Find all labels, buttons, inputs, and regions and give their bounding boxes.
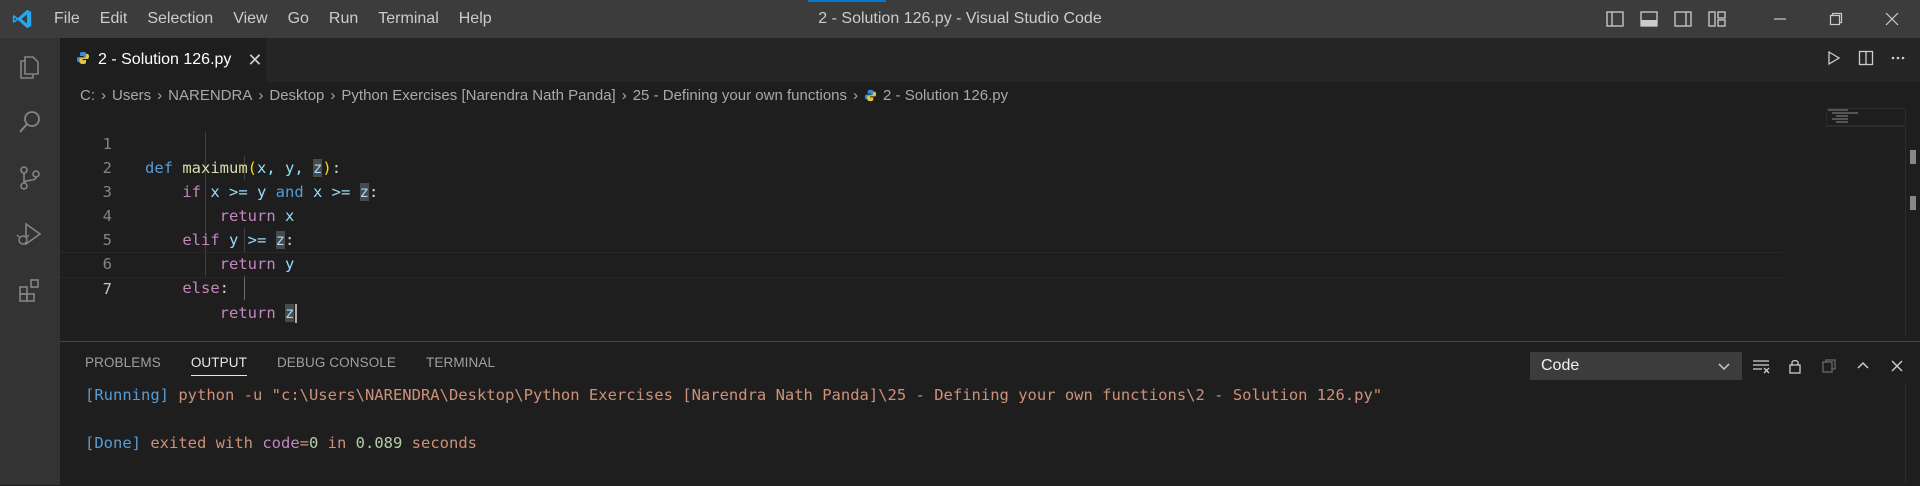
layout-controls — [1602, 0, 1730, 38]
code-line: 2 if x >= y and x >= z: — [60, 132, 1782, 201]
clear-output-icon[interactable] — [1750, 355, 1772, 377]
toggle-secondary-sidebar-icon[interactable] — [1670, 6, 1696, 32]
breadcrumb-separator: › — [157, 86, 163, 104]
output-done-line: [Done] exited with code=0 in 0.089 secon… — [85, 434, 477, 452]
lock-icon[interactable] — [1784, 355, 1806, 377]
breadcrumb: C: › Users › NARENDRA › Desktop › Python… — [80, 82, 1008, 108]
panel-scrollbar[interactable] — [1905, 384, 1920, 484]
editor-tab[interactable]: 2 - Solution 126.py ✕ — [60, 38, 266, 82]
code-line: 4 elif y >= z: — [60, 180, 1782, 249]
menu-go[interactable]: Go — [278, 0, 319, 38]
breadcrumb-separator: › — [853, 86, 859, 104]
text-cursor — [295, 304, 298, 323]
more-actions-icon[interactable] — [1890, 50, 1906, 70]
open-in-editor-icon[interactable] — [1818, 355, 1840, 377]
toggle-panel-icon[interactable] — [1636, 6, 1662, 32]
run-and-debug-icon[interactable] — [0, 206, 60, 262]
code-line: 6 else: — [60, 228, 1782, 297]
panel-actions — [1750, 352, 1908, 380]
tab-problems[interactable]: PROBLEMS — [85, 342, 161, 384]
code-line: 3 return x — [60, 156, 1782, 225]
close-icon[interactable]: ✕ — [247, 50, 262, 71]
breadcrumb-item[interactable]: Desktop — [269, 87, 324, 104]
breadcrumb-item[interactable]: 25 - Defining your own functions — [633, 87, 847, 104]
tab-terminal[interactable]: TERMINAL — [426, 342, 495, 384]
breadcrumb-item[interactable]: C: — [80, 87, 95, 104]
maximize-panel-icon[interactable] — [1852, 355, 1874, 377]
tab-output[interactable]: OUTPUT — [190, 342, 248, 384]
python-file-icon — [864, 89, 877, 101]
breadcrumb-item[interactable]: Users — [112, 87, 151, 104]
split-editor-icon[interactable] — [1858, 50, 1874, 70]
panel-tabs: PROBLEMS OUTPUT DEBUG CONSOLE TERMINAL — [85, 342, 495, 384]
output-channel-label: Code — [1541, 357, 1580, 374]
minimize-icon[interactable] — [1752, 0, 1808, 38]
python-file-icon — [76, 51, 90, 69]
breadcrumb-separator: › — [101, 86, 106, 104]
menu-terminal[interactable]: Terminal — [368, 0, 448, 38]
window-controls — [1752, 0, 1920, 38]
chevron-down-icon — [1717, 359, 1731, 377]
breadcrumb-separator: › — [330, 86, 336, 104]
menu-help[interactable]: Help — [449, 0, 502, 38]
overview-ruler[interactable] — [1905, 108, 1920, 338]
menu-file[interactable]: File — [44, 0, 90, 38]
extensions-icon[interactable] — [0, 262, 60, 318]
minimap[interactable] — [1825, 107, 1907, 128]
menu-view[interactable]: View — [223, 0, 277, 38]
vscode-logo-icon — [0, 0, 44, 38]
code-line: 1 def maximum(x, y, z): — [60, 108, 1782, 177]
code-line-current: 7 return z — [60, 252, 1782, 323]
code-editor[interactable]: 1 def maximum(x, y, z): 2 if x >= y and … — [60, 108, 1860, 338]
indent-guide — [244, 276, 245, 300]
output-channel-select[interactable]: Code — [1530, 352, 1742, 380]
menu-run[interactable]: Run — [319, 0, 368, 38]
breadcrumb-separator: › — [621, 86, 627, 104]
run-file-icon[interactable] — [1826, 50, 1842, 70]
code-line: 5 return y — [60, 204, 1782, 273]
explorer-icon[interactable] — [0, 38, 60, 94]
breadcrumb-file[interactable]: 2 - Solution 126.py — [864, 87, 1008, 104]
title-bar: File Edit Selection View Go Run Terminal… — [0, 0, 1920, 38]
restore-icon[interactable] — [1808, 0, 1864, 38]
editor-tab-bar: 2 - Solution 126.py ✕ — [60, 38, 1920, 82]
source-control-icon[interactable] — [0, 150, 60, 206]
menu-bar: File Edit Selection View Go Run Terminal… — [44, 0, 502, 38]
search-icon[interactable] — [0, 94, 60, 150]
breadcrumb-item[interactable]: NARENDRA — [168, 87, 252, 104]
menu-selection[interactable]: Selection — [137, 0, 223, 38]
output-running-line: [Running] python -u "c:\Users\NARENDRA\D… — [85, 386, 1383, 404]
bottom-panel: PROBLEMS OUTPUT DEBUG CONSOLE TERMINAL C… — [60, 341, 1920, 486]
close-window-icon[interactable] — [1864, 0, 1920, 38]
line-number: 7 — [102, 280, 112, 298]
tab-label: 2 - Solution 126.py — [98, 51, 232, 68]
editor-actions — [1826, 38, 1906, 82]
close-panel-icon[interactable] — [1886, 355, 1908, 377]
menu-edit[interactable]: Edit — [90, 0, 138, 38]
activity-bar — [0, 38, 60, 485]
toggle-primary-sidebar-icon[interactable] — [1602, 6, 1628, 32]
tab-debug-console[interactable]: DEBUG CONSOLE — [277, 342, 396, 384]
breadcrumb-separator: › — [258, 86, 264, 104]
customize-layout-icon[interactable] — [1704, 6, 1730, 32]
title-accent-bar — [808, 0, 886, 2]
breadcrumb-file-label: 2 - Solution 126.py — [883, 86, 1009, 104]
breadcrumb-item[interactable]: Python Exercises [Narendra Nath Panda] — [341, 87, 615, 104]
